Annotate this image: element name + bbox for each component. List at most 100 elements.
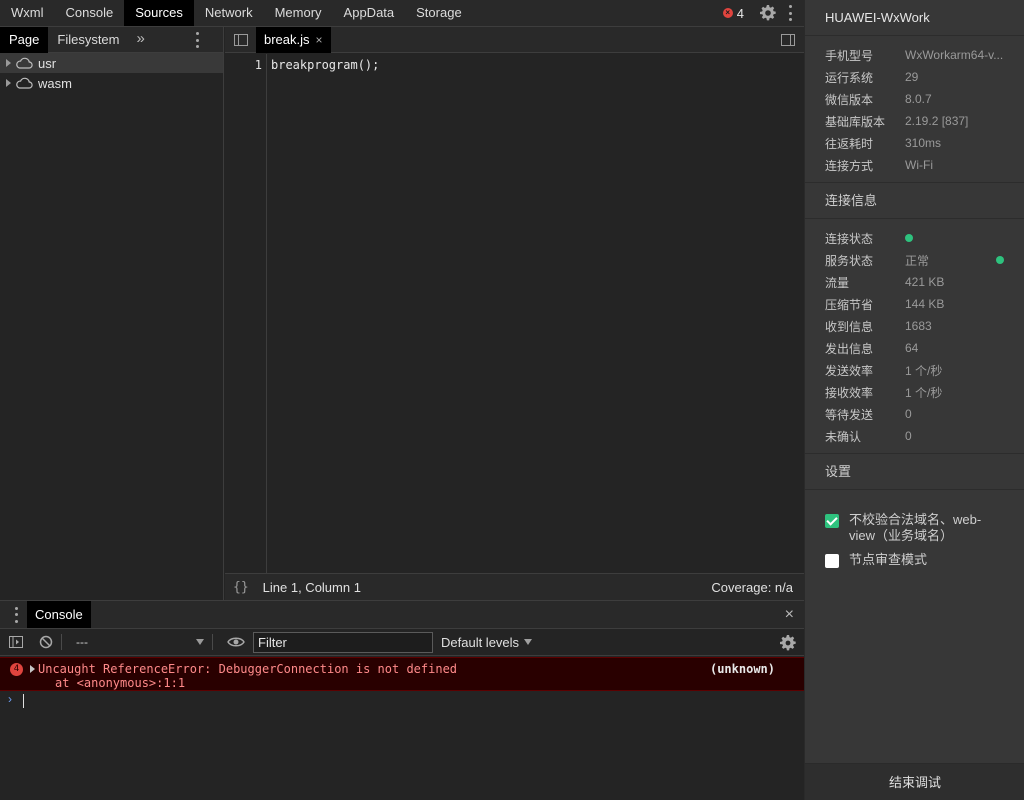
checkbox-unchecked[interactable] xyxy=(825,554,839,568)
close-tab-icon[interactable]: × xyxy=(316,27,323,53)
error-count: 4 xyxy=(736,5,744,21)
tab-storage[interactable]: Storage xyxy=(405,0,473,26)
cloud-icon xyxy=(16,57,33,69)
error-icon: × xyxy=(722,8,733,18)
devtools-window: Wxml Console Sources Network Memory AppD… xyxy=(0,0,804,800)
info-row-os: 运行系统 29 xyxy=(825,70,919,85)
expand-arrow-icon[interactable] xyxy=(30,665,35,673)
console-filter-input[interactable] xyxy=(253,631,433,653)
info-row-received: 收到信息 1683 xyxy=(825,319,932,334)
info-row-unacked: 未确认 0 xyxy=(825,429,912,444)
checkbox-checked[interactable] xyxy=(825,514,839,528)
sidebar-toggle-icon[interactable] xyxy=(9,635,23,649)
prompt-chevron-icon: › xyxy=(8,692,12,706)
tab-network[interactable]: Network xyxy=(194,0,264,26)
coverage-status: Coverage: n/a xyxy=(711,579,793,595)
more-options-icon[interactable] xyxy=(788,5,792,21)
log-levels-label: Default levels xyxy=(441,634,520,650)
setting-node-inspect-mode[interactable]: 节点审查模式 xyxy=(805,552,1024,568)
toolbar-divider xyxy=(212,634,213,650)
cursor-position: Line 1, Column 1 xyxy=(262,579,361,595)
tab-appdata[interactable]: AppData xyxy=(333,0,406,26)
tree-item-usr[interactable]: usr xyxy=(0,53,223,73)
toggle-navigator-icon[interactable] xyxy=(234,33,248,46)
console-messages: 4 Uncaught ReferenceError: DebuggerConne… xyxy=(0,657,804,711)
console-error-message[interactable]: 4 Uncaught ReferenceError: DebuggerConne… xyxy=(0,657,804,691)
text-caret xyxy=(23,694,24,708)
connection-info-list: 连接状态 服务状态 正常 流量 421 KB 压缩节省 144 KB 收到信息 1683… xyxy=(805,219,1024,454)
toolbar-divider xyxy=(61,634,62,650)
tab-wxml[interactable]: Wxml xyxy=(0,0,55,26)
chevron-down-icon xyxy=(524,639,533,645)
tree-item-label: usr xyxy=(38,55,57,71)
settings-list: 不校验合法域名、web-view（业务域名） 节点审查模式 xyxy=(805,490,1024,568)
line-number-gutter[interactable]: 1 xyxy=(225,54,267,573)
tree-item-wasm[interactable]: wasm xyxy=(0,73,223,93)
navigator-tab-bar: Page Filesystem » xyxy=(0,27,223,53)
info-row-sent: 发出信息 64 xyxy=(825,341,919,356)
connection-section-title: 连接信息 xyxy=(805,183,1024,219)
cloud-icon xyxy=(16,77,33,89)
tab-memory[interactable]: Memory xyxy=(264,0,333,26)
info-row-traffic: 流量 421 KB xyxy=(825,275,945,290)
context-select-value: --- xyxy=(76,635,88,649)
setting-skip-domain-check[interactable]: 不校验合法域名、web-view（业务域名） xyxy=(805,512,1024,544)
file-tab-label: break.js xyxy=(264,31,310,47)
tab-page[interactable]: Page xyxy=(0,27,49,53)
settings-gear-icon[interactable] xyxy=(760,5,776,21)
tab-console[interactable]: Console xyxy=(55,0,125,26)
setting-label: 不校验合法域名、web-view（业务域名） xyxy=(849,512,982,543)
device-info-panel: HUAWEI-WxWork 手机型号 WxWorkarm64-v... 运行系统 2… xyxy=(804,0,1024,800)
navigator-menu-icon[interactable] xyxy=(195,32,199,48)
error-count-badge[interactable]: × 4 xyxy=(722,5,744,21)
expand-arrow-icon[interactable] xyxy=(6,79,11,87)
code-area[interactable]: 1 breakprogram(); xyxy=(225,54,804,573)
main-tab-bar: Wxml Console Sources Network Memory AppD… xyxy=(0,0,804,27)
editor-status-bar: {} Line 1, Column 1 Coverage: n/a xyxy=(225,573,804,600)
toggle-debugger-icon[interactable] xyxy=(781,34,795,46)
info-row-connection-type: 连接方式 Wi-Fi xyxy=(825,158,933,173)
device-info-list: 手机型号 WxWorkarm64-v... 运行系统 29 微信版本 8.0.7 基础… xyxy=(805,36,1024,183)
code-content[interactable]: breakprogram(); xyxy=(271,58,379,72)
info-row-lib-version: 基础库版本 2.19.2 [837] xyxy=(825,114,969,129)
end-debug-button[interactable]: 结束调试 xyxy=(805,763,1024,800)
setting-label: 节点审查模式 xyxy=(849,552,928,567)
status-ok-dot-icon xyxy=(905,234,913,242)
close-drawer-icon[interactable]: × xyxy=(785,606,794,624)
line-number: 1 xyxy=(254,58,262,72)
error-source-link[interactable]: (unknown) xyxy=(710,662,775,676)
chevron-down-icon xyxy=(196,639,204,645)
pretty-print-icon[interactable]: {} xyxy=(233,580,249,595)
main-toolbar-right: × 4 xyxy=(722,0,804,26)
error-text: Uncaught ReferenceError: DebuggerConnect… xyxy=(38,662,458,676)
code-editor: break.js × 1 breakprogram(); {} Line 1, … xyxy=(225,26,804,600)
code-line: breakprogram(); xyxy=(271,58,380,72)
console-settings-gear-icon[interactable] xyxy=(780,635,796,651)
clear-console-icon[interactable] xyxy=(39,635,53,649)
info-row-wechat-version: 微信版本 8.0.7 xyxy=(825,92,932,107)
context-select[interactable]: --- xyxy=(70,635,204,649)
drawer-menu-icon[interactable] xyxy=(14,606,18,623)
tree-item-label: wasm xyxy=(38,75,72,91)
log-levels-dropdown[interactable]: Default levels xyxy=(441,634,533,650)
info-row-compression-saved: 压缩节省 144 KB xyxy=(825,297,945,312)
console-prompt[interactable]: › xyxy=(0,691,804,711)
more-tabs-icon[interactable]: » xyxy=(129,27,153,53)
info-row-receive-rate: 接收效率 1 个/秒 xyxy=(825,385,943,400)
info-row-rtt: 往返耗时 310ms xyxy=(825,136,942,151)
tab-console-drawer[interactable]: Console xyxy=(27,601,91,628)
drawer-tab-bar: Console × xyxy=(0,601,804,628)
editor-tab-bar: break.js × xyxy=(225,26,804,53)
file-tab-break-js[interactable]: break.js × xyxy=(256,26,331,53)
tab-filesystem[interactable]: Filesystem xyxy=(48,27,128,53)
settings-section-title: 设置 xyxy=(805,454,1024,490)
live-expression-eye-icon[interactable] xyxy=(227,635,245,649)
info-row-send-rate: 发送效率 1 个/秒 xyxy=(825,363,943,378)
status-ok-dot-icon xyxy=(996,256,1004,264)
device-title: HUAWEI-WxWork xyxy=(805,0,1024,36)
sources-navigator: Page Filesystem » usr wasm xyxy=(0,27,224,600)
expand-arrow-icon[interactable] xyxy=(6,59,11,67)
tab-sources[interactable]: Sources xyxy=(124,0,194,26)
error-stack-line: at <anonymous>:1:1 xyxy=(55,676,186,690)
console-drawer: Console × --- Filter Default levels 4 Un… xyxy=(0,600,804,800)
